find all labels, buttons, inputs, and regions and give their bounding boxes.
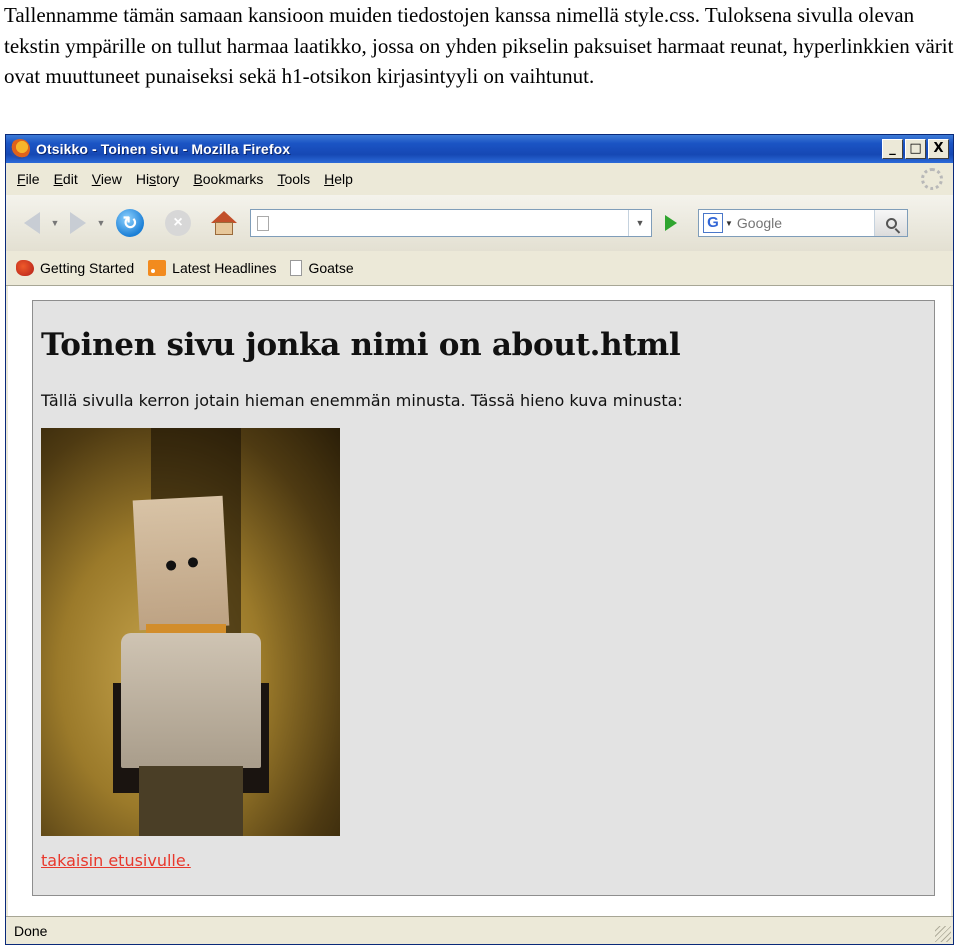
status-text: Done (14, 922, 48, 939)
firefox-icon (16, 260, 34, 276)
page-icon (290, 260, 303, 276)
search-engine-dropdown-icon[interactable]: ▼ (725, 219, 733, 228)
url-bar[interactable]: ▼ (250, 209, 652, 237)
back-button[interactable] (16, 207, 48, 239)
stop-button[interactable]: × (162, 207, 194, 239)
search-input[interactable] (736, 215, 867, 231)
bookmark-label: Latest Headlines (172, 260, 277, 276)
bookmark-goatse[interactable]: Goatse (290, 260, 354, 276)
menu-file[interactable]: File (17, 171, 40, 187)
status-bar: Done (6, 916, 953, 944)
forward-arrow-icon (70, 212, 86, 234)
bookmark-getting-started[interactable]: Getting Started (16, 260, 134, 276)
menu-help[interactable]: Help (324, 171, 353, 187)
article-caption: Tallennamme tämän samaan kansioon muiden… (4, 0, 954, 92)
home-icon (210, 209, 238, 237)
content-box: Toinen sivu jonka nimi on about.html Täl… (32, 300, 935, 896)
throbber-icon (921, 168, 943, 190)
menu-bar: File Edit View History Bookmarks Tools H… (6, 163, 953, 195)
caption-text: Tallennamme tämän samaan kansioon muiden… (4, 3, 954, 88)
bookmark-latest-headlines[interactable]: Latest Headlines (148, 260, 276, 276)
forward-history-dropdown[interactable]: ▼ (94, 218, 108, 228)
menu-view[interactable]: View (92, 171, 122, 187)
bookmark-label: Goatse (308, 260, 354, 276)
reload-button[interactable]: ↻ (114, 207, 146, 239)
back-arrow-icon (24, 212, 40, 234)
reload-icon: ↻ (116, 209, 144, 237)
resize-grip-icon[interactable] (935, 926, 951, 942)
title-bar[interactable]: Otsikko - Toinen sivu - Mozilla Firefox … (6, 135, 953, 163)
search-bar: G ▼ (698, 209, 908, 237)
forward-button[interactable] (62, 207, 94, 239)
portrait-photo (41, 428, 340, 836)
page-heading: Toinen sivu jonka nimi on about.html (41, 327, 681, 363)
firefox-window: Otsikko - Toinen sivu - Mozilla Firefox … (5, 134, 954, 945)
firefox-logo-icon (10, 139, 30, 159)
maximize-button[interactable]: □ (905, 139, 926, 159)
rss-icon (148, 260, 167, 276)
navigation-toolbar: ▼ ▼ ↻ × ▼ G ▼ (6, 195, 953, 252)
back-to-home-link[interactable]: takaisin etusivulle. (41, 851, 191, 870)
back-history-dropdown[interactable]: ▼ (48, 218, 62, 228)
window-title: Otsikko - Toinen sivu - Mozilla Firefox (36, 141, 291, 157)
url-history-dropdown[interactable]: ▼ (628, 210, 651, 236)
menu-bookmarks[interactable]: Bookmarks (193, 171, 263, 187)
home-button[interactable] (208, 207, 240, 239)
bookmark-label: Getting Started (40, 260, 135, 276)
minimize-button[interactable]: _ (882, 139, 903, 159)
menu-history[interactable]: History (136, 171, 180, 187)
stop-icon: × (165, 210, 191, 236)
intro-text: Tällä sivulla kerron jotain hieman enemm… (41, 391, 683, 410)
magnifier-icon (885, 217, 897, 229)
page-content: Toinen sivu jonka nimi on about.html Täl… (8, 286, 951, 916)
menu-edit[interactable]: Edit (54, 171, 78, 187)
go-button[interactable] (656, 209, 686, 237)
go-arrow-icon (665, 215, 677, 231)
search-button[interactable] (874, 210, 907, 236)
page-icon (257, 215, 269, 231)
bookmarks-toolbar: Getting Started Latest Headlines Goatse (6, 251, 953, 286)
window-controls: _ □ X (882, 139, 949, 159)
menu-tools[interactable]: Tools (277, 171, 310, 187)
google-icon[interactable]: G (703, 213, 723, 233)
close-button[interactable]: X (928, 139, 949, 159)
